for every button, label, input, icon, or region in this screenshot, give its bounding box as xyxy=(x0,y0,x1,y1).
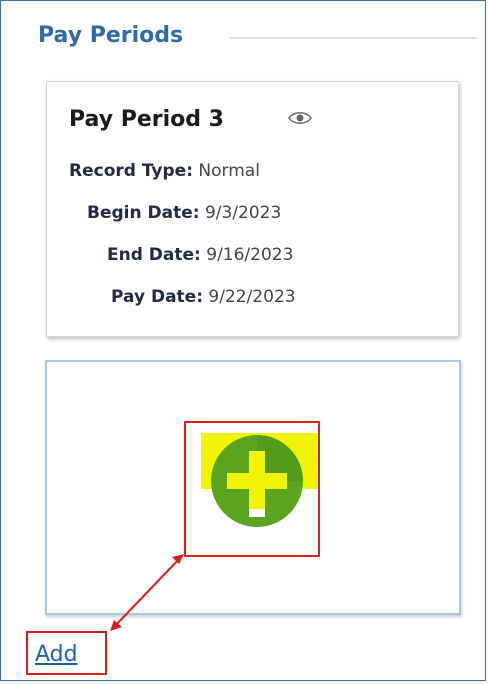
pay-date-label: Pay Date: xyxy=(111,287,203,307)
card-title: Pay Period 3 xyxy=(69,107,224,132)
begin-date-value: 9/3/2023 xyxy=(204,203,282,223)
pay-periods-panel: Pay Periods Pay Period 3 Record Type: No… xyxy=(0,0,486,681)
record-type-value: Normal xyxy=(198,161,260,181)
pay-date-value: 9/22/2023 xyxy=(208,287,296,307)
add-link[interactable]: Add xyxy=(35,642,78,667)
end-date-label: End Date: xyxy=(107,245,201,265)
begin-date-row: Begin Date: 9/3/2023 xyxy=(87,203,281,223)
section-divider xyxy=(229,37,477,39)
record-type-label: Record Type: xyxy=(69,161,194,181)
section-title: Pay Periods xyxy=(38,23,184,48)
end-date-value: 9/16/2023 xyxy=(206,245,294,265)
pay-date-row: Pay Date: 9/22/2023 xyxy=(111,287,296,307)
begin-date-label: Begin Date: xyxy=(87,203,200,223)
pay-period-card[interactable]: Pay Period 3 Record Type: Normal Begin D… xyxy=(46,81,459,337)
record-type-row: Record Type: Normal xyxy=(69,161,260,181)
end-date-row: End Date: 9/16/2023 xyxy=(107,245,293,265)
annotation-highlight-box xyxy=(184,421,320,557)
eye-icon[interactable] xyxy=(287,109,313,127)
